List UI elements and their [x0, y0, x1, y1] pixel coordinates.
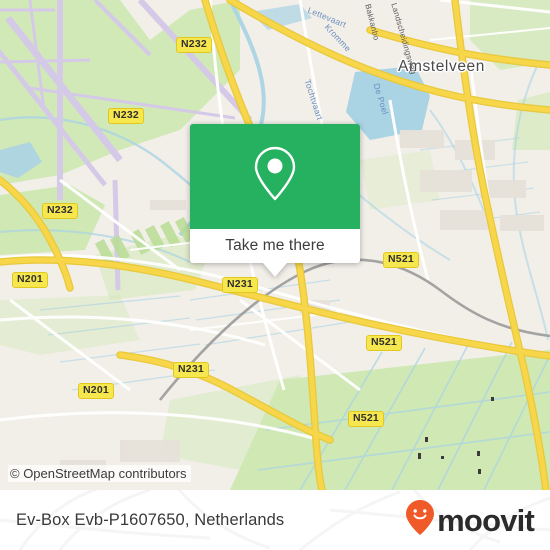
take-me-there-button[interactable]: Take me there [190, 229, 360, 263]
card-pointer-arrow [263, 263, 287, 277]
map-pin-icon [251, 144, 299, 209]
moovit-smiley-pin-icon [405, 499, 435, 542]
road-shield-n201-a: N201 [12, 272, 48, 288]
road-shield-n232-a: N232 [176, 37, 212, 53]
road-shield-n231-b: N231 [173, 362, 209, 378]
footer-bar: Ev-Box Evb-P1607650, Netherlands moovit [0, 490, 550, 550]
location-popup-card[interactable]: Take me there [190, 124, 360, 277]
map-screenshot: Amstelveen Tochtvaart De Poel Kromme Let… [0, 0, 550, 550]
osm-attribution[interactable]: © OpenStreetMap contributors [8, 465, 191, 482]
road-shield-n231-a: N231 [222, 277, 258, 293]
road-shield-n521-c: N521 [348, 411, 384, 427]
moovit-logo[interactable]: moovit [405, 499, 535, 542]
location-title: Ev-Box Evb-P1607650, Netherlands [16, 510, 285, 529]
road-shield-n201-b: N201 [78, 383, 114, 399]
take-me-there-label: Take me there [225, 237, 325, 254]
road-shield-n521-a: N521 [383, 252, 419, 268]
road-shield-n521-b: N521 [366, 335, 402, 351]
road-shield-n232-c: N232 [42, 203, 78, 219]
moovit-wordmark: moovit [437, 502, 535, 538]
road-shield-n232-b: N232 [108, 108, 144, 124]
card-icon-area [190, 124, 360, 229]
